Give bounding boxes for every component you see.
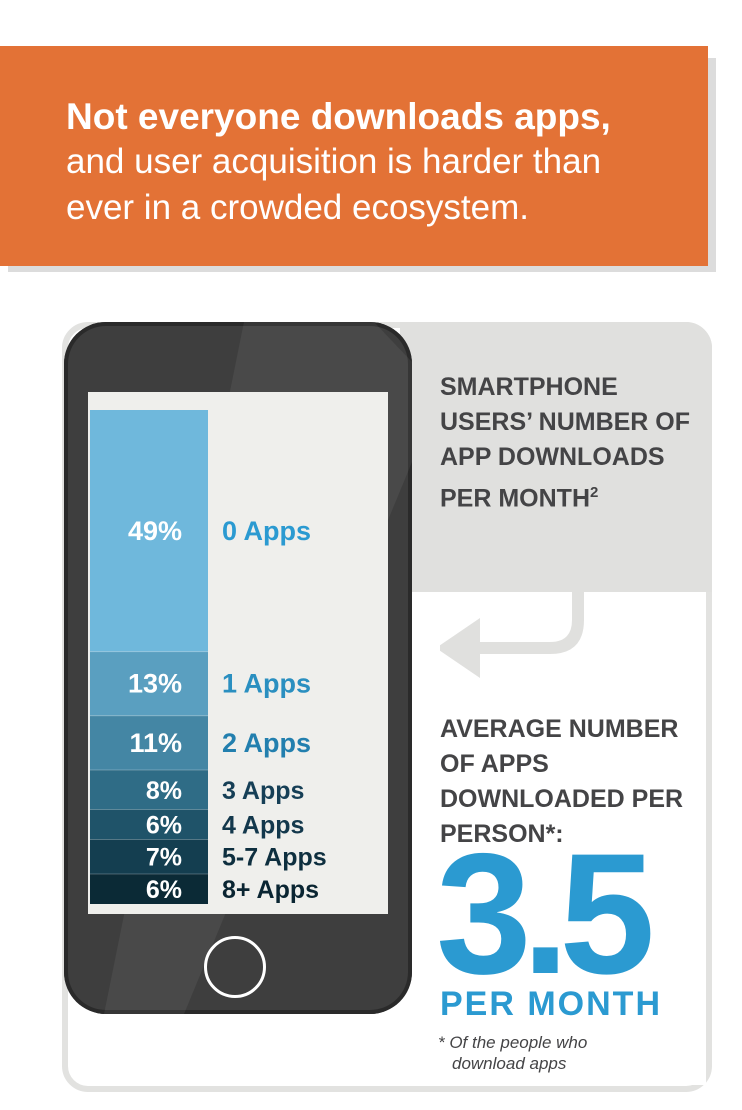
headline-banner: Not everyone downloads apps, and user ac… <box>0 46 708 266</box>
average-unit: PER MONTH <box>440 985 662 1023</box>
category-label-3: 3 Apps <box>222 777 304 805</box>
category-label-1: 1 Apps <box>222 669 311 699</box>
curved-arrow-icon <box>440 580 584 678</box>
headline-bold: Not everyone downloads apps, <box>66 96 611 137</box>
headline-line-3: ever in a crowded ecosystem. <box>66 188 529 227</box>
stacked-bar-chart: 49% 0 Apps 13% 1 Apps 11% 2 Apps 8% 3 Apps 6% 4 A… <box>90 410 327 904</box>
phone-home-button <box>204 936 266 998</box>
category-label-2: 2 Apps <box>222 728 311 758</box>
value-label-5: 7% <box>146 844 182 872</box>
value-label-4: 6% <box>146 811 182 839</box>
value-label-0: 49% <box>128 516 182 546</box>
value-label-6: 6% <box>146 876 182 904</box>
category-label-6: 8+ Apps <box>222 876 319 904</box>
chart-title-text: SMARTPHONE USERS’ NUMBER OF APP DOWNLOAD… <box>440 373 691 513</box>
category-label-4: 4 Apps <box>222 811 304 839</box>
value-label-1: 13% <box>128 669 182 699</box>
chart-title-footnote: 2 <box>590 484 599 501</box>
chart-title: SMARTPHONE USERS’ NUMBER OF APP DOWNLOAD… <box>440 370 710 516</box>
footnote: * Of the people who download apps <box>438 1032 698 1074</box>
category-label-0: 0 Apps <box>222 516 311 546</box>
average-value: 3.5 <box>436 818 655 1010</box>
value-label-3: 8% <box>146 777 182 805</box>
footnote-line-1: * Of the people who <box>438 1033 588 1052</box>
value-label-2: 11% <box>129 728 182 758</box>
headline-line-2: and user acquisition is harder than <box>66 142 602 181</box>
footnote-line-2: download apps <box>452 1054 567 1073</box>
category-label-5: 5-7 Apps <box>222 844 327 872</box>
